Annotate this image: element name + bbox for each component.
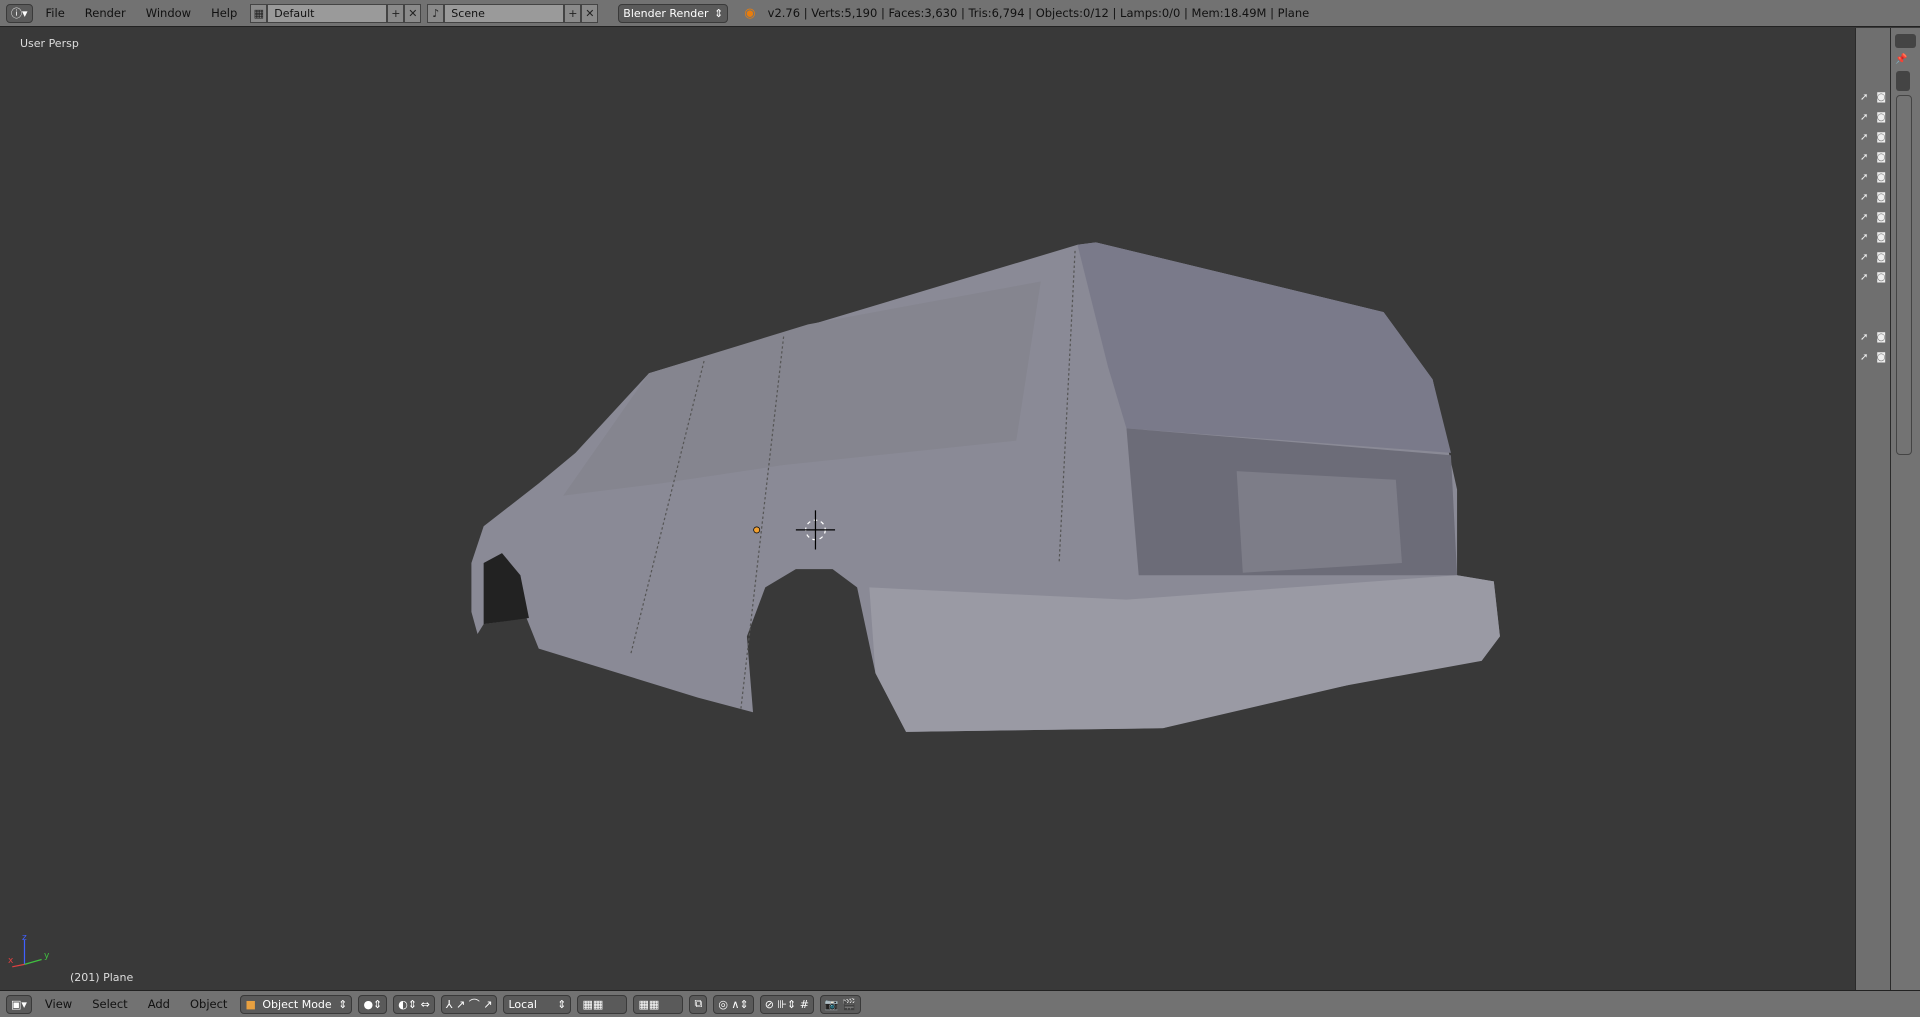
selectable-arrow-icon[interactable]: ➚ xyxy=(1860,192,1868,203)
render-camera-icon[interactable]: ◙ xyxy=(1876,152,1886,163)
render-camera-icon[interactable]: ◙ xyxy=(1876,212,1886,223)
outliner-row[interactable] xyxy=(1856,287,1890,307)
selectable-arrow-icon[interactable]: ➚ xyxy=(1860,332,1868,343)
selectable-arrow-icon[interactable]: ➚ xyxy=(1860,152,1868,163)
manipulator-buttons[interactable]: ⅄ ↗ ⌒ ↗ xyxy=(440,994,498,1014)
van-roof-rear xyxy=(1077,242,1451,453)
outliner-row[interactable]: ➚ ◙ xyxy=(1856,127,1890,147)
properties-panel: 📌 xyxy=(1890,28,1920,990)
render-camera-icon[interactable]: ◙ xyxy=(1876,92,1886,103)
render-camera-icon[interactable]: ◙ xyxy=(1876,352,1886,363)
selectable-arrow-icon[interactable]: ➚ xyxy=(1860,252,1868,263)
outliner-row[interactable]: ➚ ◙ xyxy=(1856,327,1890,347)
layers-grid-2[interactable]: ▦▦ xyxy=(633,994,684,1014)
selectable-arrow-icon[interactable]: ➚ xyxy=(1860,272,1868,283)
3d-viewport[interactable]: User Persp (201) Plane y x z xyxy=(0,28,1855,990)
menu-select[interactable]: Select xyxy=(85,997,134,1011)
pivot-dropdown[interactable]: ◐⇕ ⇔ xyxy=(393,994,435,1014)
rear-bumper xyxy=(869,575,1500,732)
axis-z-label: z xyxy=(22,933,27,943)
selectable-arrow-icon[interactable]: ➚ xyxy=(1860,232,1868,243)
render-camera-icon[interactable]: ◙ xyxy=(1876,332,1886,343)
properties-tab-scroll[interactable] xyxy=(1896,95,1912,455)
mode-label: Object Mode xyxy=(262,997,332,1011)
license-recess xyxy=(1236,471,1402,573)
selectable-arrow-icon[interactable]: ➚ xyxy=(1860,112,1868,123)
editor-type-button[interactable]: ▣▾ xyxy=(6,994,32,1014)
render-camera-icon[interactable]: ◙ xyxy=(1876,252,1886,263)
render-buttons[interactable]: 📷 🎬 xyxy=(819,994,861,1014)
render-camera-icon[interactable]: ◙ xyxy=(1876,232,1886,243)
outliner-row[interactable]: ➚ ◙ xyxy=(1856,87,1890,107)
axis-gizmo-icon xyxy=(12,939,42,968)
layers-grid-1[interactable]: ▦▦ xyxy=(577,994,628,1014)
outliner-row[interactable] xyxy=(1856,307,1890,327)
outliner-panel: ➚ ◙ ➚ ◙ ➚ ◙ ➚ ◙ ➚ ◙ ➚ ◙ ➚ ◙ ➚ ◙ ➚ ◙ ➚ ◙ ➚ ◙ ➚ ◙ xyxy=(1855,28,1890,990)
outliner-row[interactable]: ➚ ◙ xyxy=(1856,167,1890,187)
pin-icon[interactable]: 📌 xyxy=(1895,54,1916,65)
viewport-header: ▣▾ View Select Add Object ■ Object Mode ⇕ … xyxy=(0,990,1920,1017)
outliner-row[interactable]: ➚ ◙ xyxy=(1856,207,1890,227)
menu-view[interactable]: View xyxy=(38,997,79,1011)
menu-add[interactable]: Add xyxy=(141,997,177,1011)
selectable-arrow-icon[interactable]: ➚ xyxy=(1860,352,1868,363)
outliner-row[interactable]: ➚ ◙ xyxy=(1856,187,1890,207)
render-camera-icon[interactable]: ◙ xyxy=(1876,172,1886,183)
selectable-arrow-icon[interactable]: ➚ xyxy=(1860,172,1868,183)
axis-y-label: y xyxy=(44,951,50,961)
outliner-row[interactable]: ➚ ◙ xyxy=(1856,147,1890,167)
outliner-row[interactable]: ➚ ◙ xyxy=(1856,107,1890,127)
outliner-row[interactable]: ➚ ◙ xyxy=(1856,267,1890,287)
mesh-render xyxy=(12,242,1500,968)
proportional-edit-dropdown[interactable]: ◎ ∧⇕ xyxy=(713,994,754,1014)
scroll-arrows[interactable] xyxy=(1896,71,1910,91)
render-camera-icon[interactable]: ◙ xyxy=(1876,132,1886,143)
menu-object[interactable]: Object xyxy=(183,997,234,1011)
axis-x-label: x xyxy=(8,956,14,966)
outliner-row[interactable]: ➚ ◙ xyxy=(1856,247,1890,267)
render-camera-icon[interactable]: ◙ xyxy=(1876,112,1886,123)
object-origin-icon xyxy=(753,526,761,534)
selectable-arrow-icon[interactable]: ➚ xyxy=(1860,132,1868,143)
mode-dropdown[interactable]: ■ Object Mode ⇕ xyxy=(240,994,353,1014)
orientation-dropdown[interactable]: Local ⇕ xyxy=(503,994,572,1014)
orientation-label: Local xyxy=(508,997,537,1011)
outliner-row[interactable]: ➚ ◙ xyxy=(1856,347,1890,367)
outliner-row[interactable]: ➚ ◙ xyxy=(1856,227,1890,247)
render-camera-icon[interactable]: ◙ xyxy=(1876,192,1886,203)
selectable-arrow-icon[interactable]: ➚ xyxy=(1860,92,1868,103)
snap-controls[interactable]: ⊘ ⊪⇕ # xyxy=(759,994,814,1014)
selectable-arrow-icon[interactable]: ➚ xyxy=(1860,212,1868,223)
lock-layers-icon[interactable]: ⧉ xyxy=(689,994,708,1014)
render-camera-icon[interactable]: ◙ xyxy=(1876,272,1886,283)
shading-dropdown[interactable]: ●⇕ xyxy=(358,994,388,1014)
properties-editor-button[interactable] xyxy=(1895,34,1916,48)
cube-icon: ■ xyxy=(245,997,256,1011)
